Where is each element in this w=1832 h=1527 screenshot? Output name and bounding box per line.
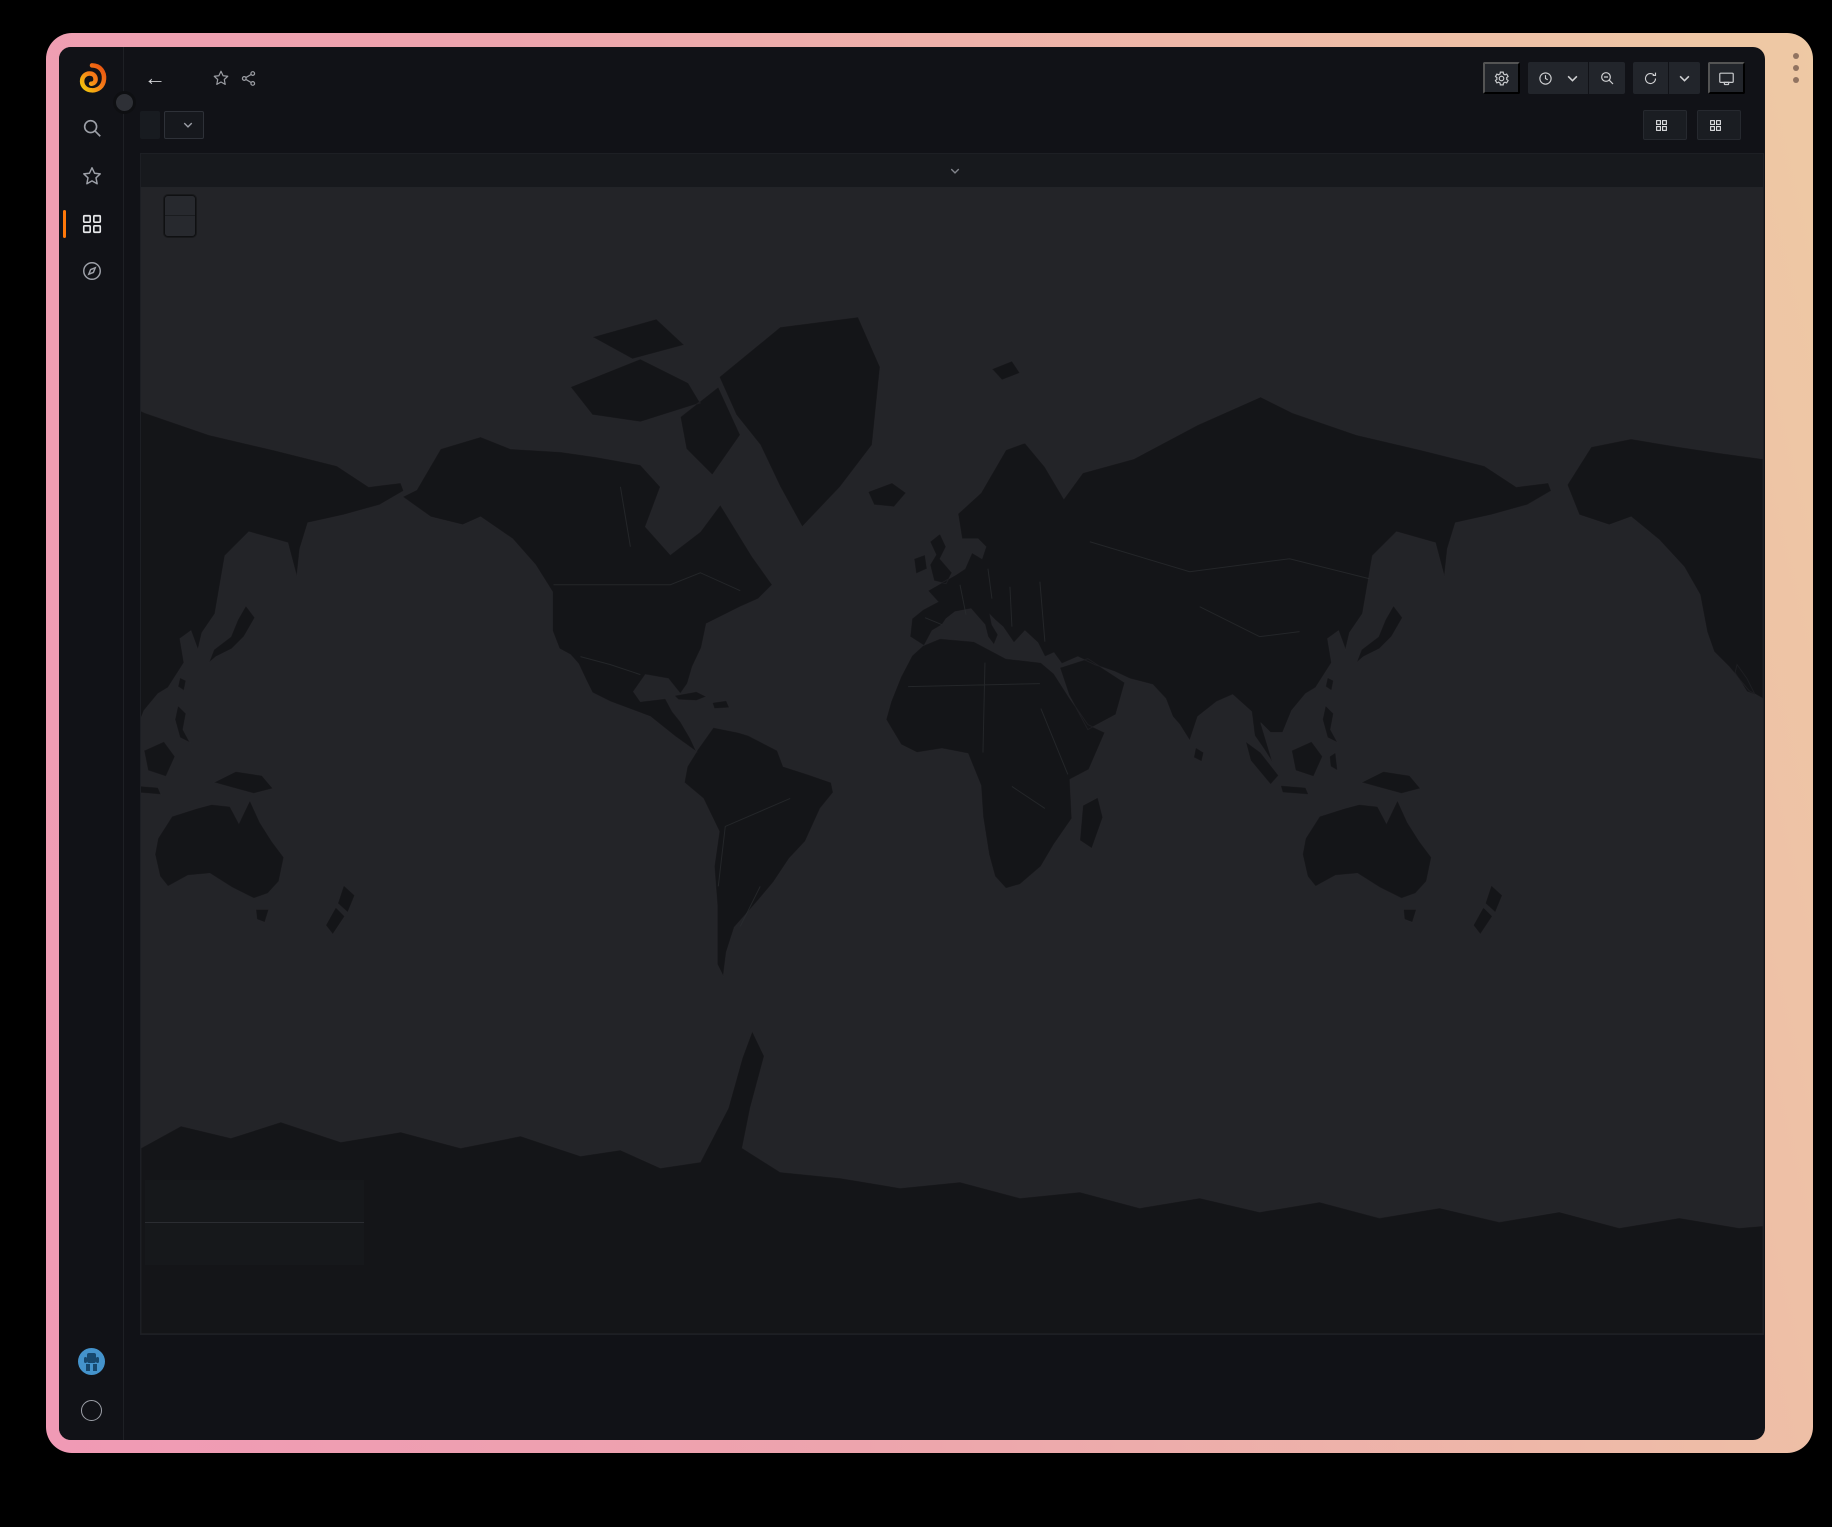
world-map-land xyxy=(141,187,1763,1334)
panel-header[interactable] xyxy=(141,154,1763,187)
star-icon xyxy=(81,165,103,187)
refresh-icon xyxy=(1643,71,1658,86)
map-zoom-out-button[interactable] xyxy=(165,216,195,236)
time-zoom-out-button[interactable] xyxy=(1589,62,1625,94)
chevron-down-icon xyxy=(183,122,193,128)
time-picker-group xyxy=(1528,62,1625,94)
avatar-figure-icon xyxy=(78,1348,105,1375)
frame-handle-dot xyxy=(1793,53,1799,59)
topbar-actions xyxy=(1483,62,1745,94)
map-zoom-control xyxy=(164,195,196,237)
refresh-interval-dropdown[interactable] xyxy=(1669,62,1700,94)
favorite-dashboard-button[interactable] xyxy=(212,69,230,87)
geomap-panel xyxy=(140,153,1764,1335)
monitor-icon xyxy=(1718,70,1735,87)
grafana-logo[interactable] xyxy=(59,61,124,95)
legend-gradient-bar xyxy=(157,1201,352,1209)
clock-icon xyxy=(1538,71,1553,86)
dashboard-settings-button[interactable] xyxy=(1483,62,1520,94)
chevron-down-icon xyxy=(1567,75,1578,82)
variable-app-label[interactable] xyxy=(140,111,160,139)
sidebar-expand-button[interactable] xyxy=(113,91,136,114)
tv-mode-button[interactable] xyxy=(1708,62,1745,94)
sidebar xyxy=(59,47,124,1440)
compass-icon xyxy=(81,260,103,282)
time-range-picker[interactable] xyxy=(1528,62,1588,94)
back-arrow-button[interactable]: ← xyxy=(138,67,172,89)
sidebar-item-starred[interactable] xyxy=(59,159,124,193)
legend-section-instance xyxy=(145,1222,364,1265)
apps-grid-icon xyxy=(1655,119,1668,132)
help-icon xyxy=(81,1400,102,1421)
user-avatar xyxy=(78,1348,105,1375)
refresh-button[interactable] xyxy=(1633,62,1668,94)
sidebar-item-profile[interactable] xyxy=(59,1344,124,1378)
fly-edge-link-button[interactable] xyxy=(1643,110,1687,140)
top-navbar: ← xyxy=(124,47,1765,109)
map-legend xyxy=(145,1180,364,1265)
legend-gradient-bar xyxy=(157,1244,352,1252)
sidebar-item-dashboards[interactable] xyxy=(59,207,124,241)
search-icon xyxy=(81,117,103,139)
refresh-group xyxy=(1633,62,1700,94)
sidebar-item-explore[interactable] xyxy=(59,254,124,288)
legend-section-edge xyxy=(145,1180,364,1222)
window-frame: ← xyxy=(46,33,1813,1453)
gear-icon xyxy=(1493,70,1510,87)
grafana-window: ← xyxy=(59,47,1765,1440)
zoom-out-icon xyxy=(1599,70,1615,86)
dashboard-links xyxy=(1643,110,1741,140)
frame-handle-dot xyxy=(1793,65,1799,71)
share-icon xyxy=(240,70,257,87)
sidebar-item-help[interactable] xyxy=(59,1393,124,1427)
grafana-flame-icon xyxy=(77,63,107,93)
apps-grid-icon xyxy=(1709,119,1722,132)
chevron-down-icon xyxy=(1679,75,1690,82)
chevron-down-icon xyxy=(950,168,960,174)
map-zoom-in-button[interactable] xyxy=(165,196,195,216)
fly-instance-link-button[interactable] xyxy=(1697,110,1741,140)
star-icon xyxy=(212,69,230,87)
share-dashboard-button[interactable] xyxy=(240,70,257,87)
world-map[interactable] xyxy=(141,187,1763,1334)
dashboards-grid-icon xyxy=(81,213,103,235)
submenu-bar xyxy=(124,105,1765,145)
frame-handle-dot xyxy=(1793,77,1799,83)
sidebar-item-search[interactable] xyxy=(59,111,124,145)
main-area: ← xyxy=(124,47,1765,1440)
variable-app-value-dropdown[interactable] xyxy=(164,111,204,139)
